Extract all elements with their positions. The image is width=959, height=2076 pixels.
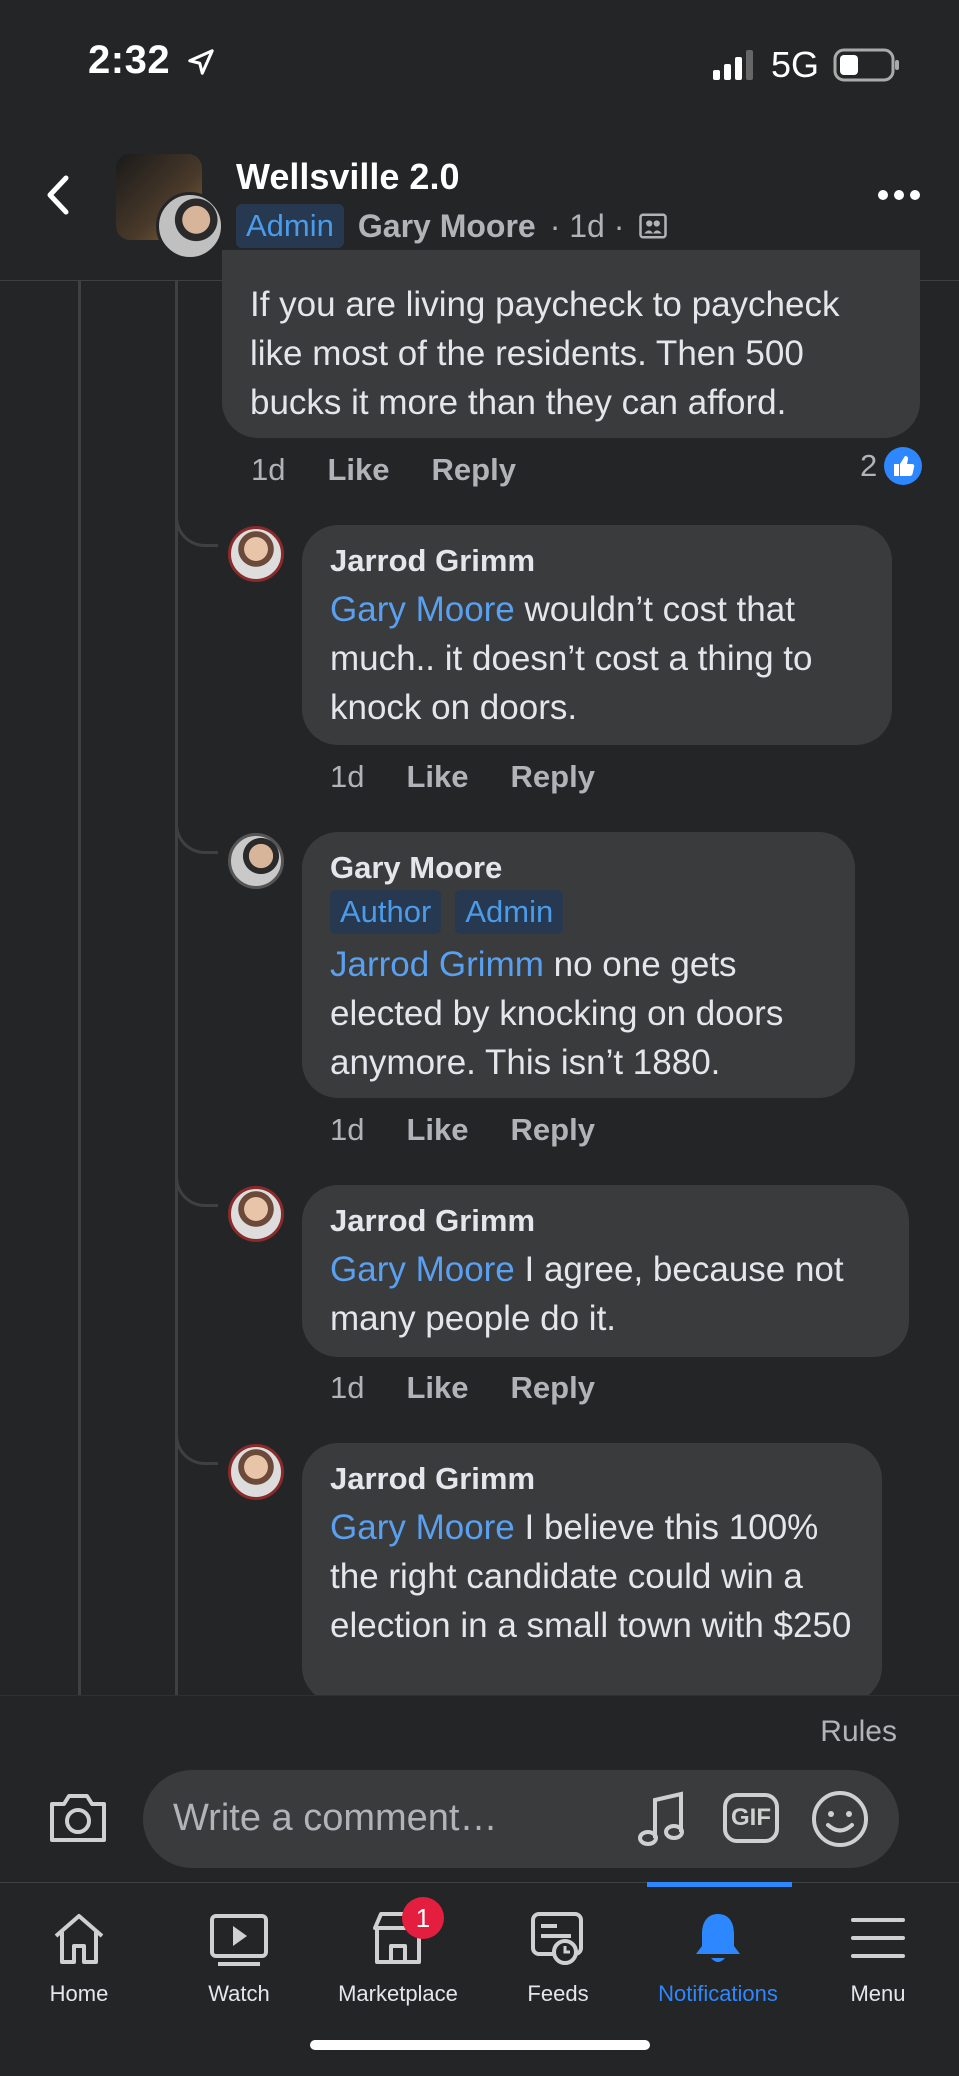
more-options-icon[interactable] bbox=[876, 186, 922, 204]
thread-line-outer bbox=[78, 281, 81, 1695]
home-icon bbox=[54, 1914, 104, 1964]
menu-icon bbox=[851, 1918, 905, 1958]
comment-bubble: Gary Moore Author Admin Jarrod Grimm no … bbox=[302, 832, 855, 1098]
tab-label: Menu bbox=[850, 1981, 906, 2006]
like-button[interactable]: Like bbox=[406, 1112, 468, 1148]
comment-bubble: Jarrod Grimm Gary Moore I agree, because… bbox=[302, 1185, 909, 1357]
tab-label: Notifications bbox=[658, 1981, 778, 2006]
commenter-avatar[interactable] bbox=[228, 526, 284, 582]
reply-button[interactable]: Reply bbox=[511, 1370, 595, 1406]
home-indicator bbox=[310, 2040, 650, 2050]
tab-label: Home bbox=[49, 1981, 109, 2006]
thread-branch bbox=[175, 1168, 218, 1207]
marketplace-badge: 1 bbox=[402, 1897, 444, 1939]
comment-actions: 1d Like Reply bbox=[330, 1112, 595, 1148]
commenter-avatar[interactable] bbox=[228, 1186, 284, 1242]
like-button[interactable]: Like bbox=[327, 452, 389, 488]
like-reaction-icon bbox=[884, 447, 923, 485]
comment-placeholder: Write a comment… bbox=[173, 1797, 498, 1839]
comment-bubble: Jarrod Grimm Gary Moore wouldn’t cost th… bbox=[302, 525, 892, 745]
tab-menu[interactable]: Menu bbox=[808, 1908, 948, 2007]
reply-button[interactable]: Reply bbox=[511, 1112, 595, 1148]
mention-link[interactable]: Jarrod Grimm bbox=[330, 945, 544, 984]
location-arrow-icon bbox=[187, 49, 214, 76]
tab-watch[interactable]: Watch bbox=[169, 1908, 309, 2007]
comment-text: Gary Moore wouldn’t cost that much.. it … bbox=[330, 585, 864, 732]
feeds-icon bbox=[531, 1912, 583, 1965]
network-type: 5G bbox=[770, 44, 819, 85]
emoji-icon[interactable] bbox=[811, 1790, 869, 1848]
group-members-icon bbox=[639, 213, 668, 239]
bell-icon bbox=[696, 1914, 740, 1962]
status-indicators: 5G bbox=[712, 44, 901, 86]
tab-notifications[interactable]: Notifications bbox=[648, 1908, 788, 2007]
comment-author[interactable]: Gary Moore bbox=[330, 850, 827, 886]
signal-icon bbox=[712, 50, 753, 80]
mention-link[interactable]: Gary Moore bbox=[330, 1508, 515, 1547]
music-icon[interactable] bbox=[635, 1790, 689, 1850]
commenter-avatar[interactable] bbox=[228, 1444, 284, 1500]
thread-branch bbox=[175, 815, 218, 854]
comment-author[interactable]: Jarrod Grimm bbox=[330, 1203, 881, 1239]
thread-line-inner bbox=[175, 281, 178, 1695]
mention-link[interactable]: Gary Moore bbox=[330, 590, 515, 629]
comment-badges: Author Admin bbox=[330, 890, 827, 934]
mention-link[interactable]: Gary Moore bbox=[330, 1250, 515, 1289]
tab-marketplace[interactable]: Marketplace bbox=[328, 1908, 468, 2007]
back-arrow-icon[interactable] bbox=[38, 170, 78, 220]
comment-author[interactable]: Jarrod Grimm bbox=[330, 543, 864, 579]
post-author[interactable]: Gary Moore bbox=[358, 208, 536, 245]
battery-icon bbox=[833, 48, 899, 82]
camera-icon[interactable] bbox=[46, 1790, 110, 1846]
group-avatar[interactable] bbox=[116, 154, 224, 260]
tab-label: Watch bbox=[208, 1981, 270, 2006]
author-avatar bbox=[156, 192, 224, 260]
comment-actions: 1d Like Reply bbox=[251, 452, 516, 488]
comment-bubble: If you are living paycheck to paycheck l… bbox=[222, 250, 920, 438]
thread-branch bbox=[175, 508, 218, 547]
post-meta: Admin Gary Moore · 1d · bbox=[236, 204, 668, 248]
tab-home[interactable]: Home bbox=[9, 1908, 149, 2007]
admin-badge: Admin bbox=[236, 204, 344, 248]
comment-text: If you are living paycheck to paycheck l… bbox=[250, 285, 840, 422]
comment-text: Gary Moore I agree, because not many peo… bbox=[330, 1245, 881, 1343]
comment-time: 1d bbox=[330, 759, 365, 794]
tab-feeds[interactable]: Feeds bbox=[488, 1908, 628, 2007]
watch-icon bbox=[210, 1914, 268, 1966]
active-tab-indicator bbox=[647, 1882, 792, 1887]
gif-button[interactable]: GIF bbox=[723, 1793, 779, 1843]
status-time: 2:32 bbox=[88, 38, 216, 83]
author-badge: Author bbox=[330, 890, 442, 934]
comment-text: Jarrod Grimm no one gets elected by knoc… bbox=[330, 940, 827, 1087]
comment-time: 1d bbox=[330, 1112, 365, 1147]
post-age: · 1d · bbox=[549, 207, 625, 244]
like-button[interactable]: Like bbox=[406, 1370, 468, 1406]
comment-time: 1d bbox=[330, 1370, 365, 1405]
admin-badge: Admin bbox=[455, 890, 564, 934]
thread-branch bbox=[175, 1426, 218, 1465]
comment-bubble: Jarrod Grimm Gary Moore I believe this 1… bbox=[302, 1443, 882, 1703]
comment-actions: 1d Like Reply bbox=[330, 1370, 595, 1406]
commenter-avatar[interactable] bbox=[228, 833, 284, 889]
comment-time: 1d bbox=[251, 452, 286, 487]
reaction-count[interactable]: 2 bbox=[860, 446, 923, 486]
reply-button[interactable]: Reply bbox=[511, 759, 595, 795]
group-name[interactable]: Wellsville 2.0 bbox=[236, 156, 459, 198]
like-button[interactable]: Like bbox=[406, 759, 468, 795]
clock-text: 2:32 bbox=[88, 38, 171, 82]
tab-label: Feeds bbox=[527, 1981, 589, 2006]
comment-text: Gary Moore I believe this 100% the right… bbox=[330, 1503, 854, 1650]
comment-actions: 1d Like Reply bbox=[330, 759, 595, 795]
tab-label: Marketplace bbox=[338, 1981, 458, 2006]
reaction-count-text: 2 bbox=[860, 448, 878, 483]
rules-link[interactable]: Rules bbox=[820, 1715, 897, 1749]
reply-button[interactable]: Reply bbox=[432, 452, 516, 488]
comment-author[interactable]: Jarrod Grimm bbox=[330, 1461, 854, 1497]
